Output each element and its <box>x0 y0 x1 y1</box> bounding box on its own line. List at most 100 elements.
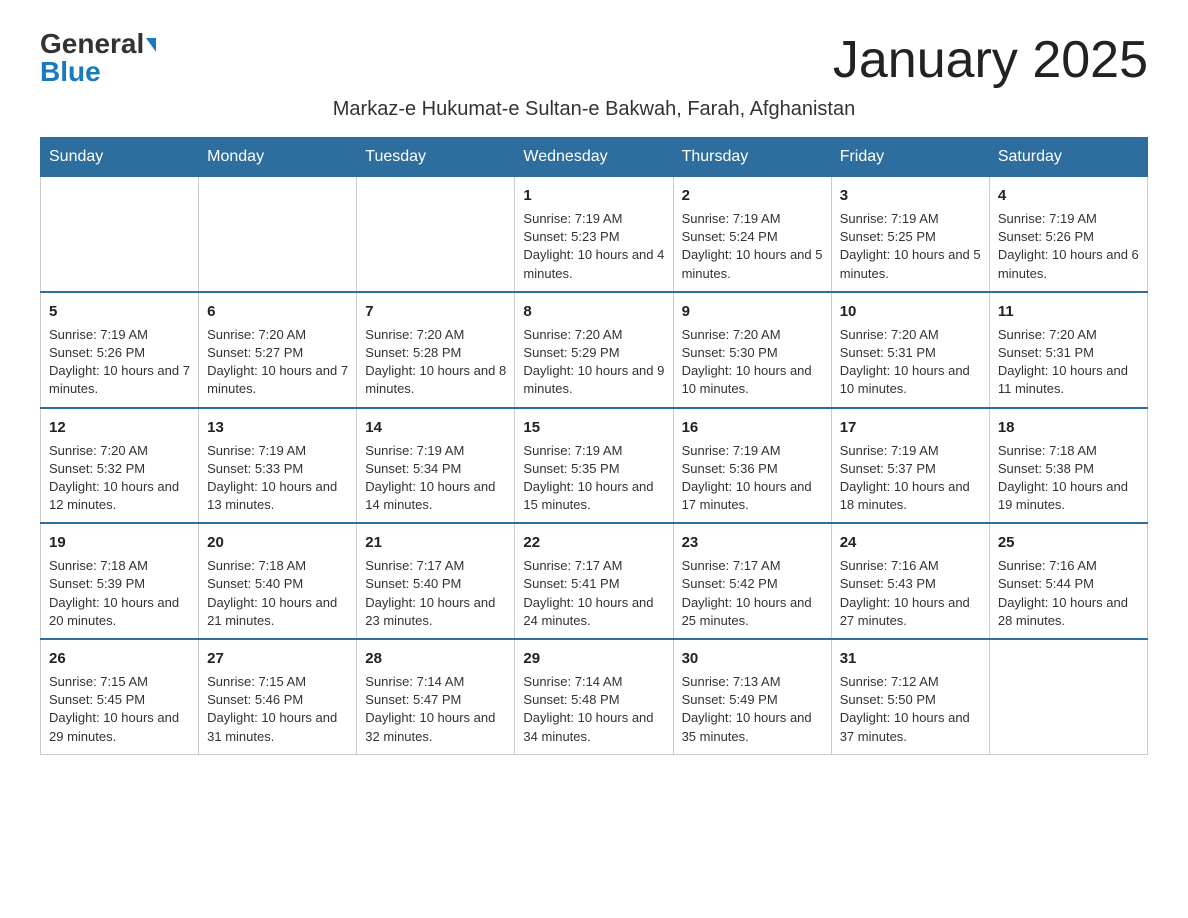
calendar-day-cell: 4 Sunrise: 7:19 AMSunset: 5:26 PMDaylight… <box>989 177 1147 292</box>
day-number: 31 <box>840 648 981 669</box>
day-info: Sunrise: 7:17 AMSunset: 5:41 PMDaylight:… <box>523 557 664 630</box>
day-info: Sunrise: 7:19 AMSunset: 5:33 PMDaylight:… <box>207 442 348 515</box>
day-number: 13 <box>207 417 348 438</box>
day-number: 24 <box>840 532 981 553</box>
day-number: 19 <box>49 532 190 553</box>
location-subtitle: Markaz-e Hukumat-e Sultan-e Bakwah, Fara… <box>40 98 1148 121</box>
day-info: Sunrise: 7:20 AMSunset: 5:31 PMDaylight:… <box>998 326 1139 399</box>
day-number: 8 <box>523 301 664 322</box>
day-number: 12 <box>49 417 190 438</box>
day-number: 4 <box>998 185 1139 206</box>
calendar-day-cell: 21Sunrise: 7:17 AMSunset: 5:40 PMDayligh… <box>357 523 515 639</box>
calendar-header-cell: Wednesday <box>515 138 673 177</box>
calendar-day-cell: 26Sunrise: 7:15 AMSunset: 5:45 PMDayligh… <box>41 639 199 754</box>
day-info: Sunrise: 7:19 AMSunset: 5:25 PMDaylight:… <box>840 210 981 283</box>
day-info: Sunrise: 7:18 AMSunset: 5:38 PMDaylight:… <box>998 442 1139 515</box>
calendar-day-cell: 31 Sunrise: 7:12 AMSunset: 5:50 PMDayligh… <box>831 639 989 754</box>
day-number: 25 <box>998 532 1139 553</box>
day-number: 6 <box>207 301 348 322</box>
day-info: Sunrise: 7:17 AMSunset: 5:40 PMDaylight:… <box>365 557 506 630</box>
calendar-day-cell: 30 Sunrise: 7:13 AMSunset: 5:49 PMDayligh… <box>673 639 831 754</box>
day-number: 16 <box>682 417 823 438</box>
day-info: Sunrise: 7:19 AMSunset: 5:23 PMDaylight:… <box>523 210 664 283</box>
day-info: Sunrise: 7:12 AMSunset: 5:50 PMDaylight:… <box>840 673 981 746</box>
calendar-day-cell: 1 Sunrise: 7:19 AMSunset: 5:23 PMDaylight… <box>515 177 673 292</box>
calendar-header-cell: Saturday <box>989 138 1147 177</box>
calendar-day-cell: 2Sunrise: 7:19 AMSunset: 5:24 PMDaylight… <box>673 177 831 292</box>
calendar-day-cell <box>989 639 1147 754</box>
calendar-day-cell <box>41 177 199 292</box>
day-info: Sunrise: 7:20 AMSunset: 5:31 PMDaylight:… <box>840 326 981 399</box>
calendar-day-cell: 18 Sunrise: 7:18 AMSunset: 5:38 PMDayligh… <box>989 408 1147 524</box>
calendar-day-cell: 11 Sunrise: 7:20 AMSunset: 5:31 PMDayligh… <box>989 292 1147 408</box>
day-info: Sunrise: 7:13 AMSunset: 5:49 PMDaylight:… <box>682 673 823 746</box>
calendar-day-cell: 14 Sunrise: 7:19 AMSunset: 5:34 PMDayligh… <box>357 408 515 524</box>
logo-general-text: General <box>40 28 144 59</box>
day-info: Sunrise: 7:16 AMSunset: 5:43 PMDaylight:… <box>840 557 981 630</box>
day-info: Sunrise: 7:20 AMSunset: 5:28 PMDaylight:… <box>365 326 506 399</box>
day-number: 17 <box>840 417 981 438</box>
day-info: Sunrise: 7:19 AMSunset: 5:35 PMDaylight:… <box>523 442 664 515</box>
calendar-table: SundayMondayTuesdayWednesdayThursdayFrid… <box>40 137 1148 755</box>
calendar-day-cell: 22 Sunrise: 7:17 AMSunset: 5:41 PMDayligh… <box>515 523 673 639</box>
day-number: 11 <box>998 301 1139 322</box>
calendar-week-row: 1 Sunrise: 7:19 AMSunset: 5:23 PMDaylight… <box>41 177 1148 292</box>
day-number: 1 <box>523 185 664 206</box>
calendar-day-cell: 23Sunrise: 7:17 AMSunset: 5:42 PMDayligh… <box>673 523 831 639</box>
day-info: Sunrise: 7:14 AMSunset: 5:47 PMDaylight:… <box>365 673 506 746</box>
day-number: 14 <box>365 417 506 438</box>
day-info: Sunrise: 7:20 AMSunset: 5:29 PMDaylight:… <box>523 326 664 399</box>
calendar-day-cell: 20Sunrise: 7:18 AMSunset: 5:40 PMDayligh… <box>199 523 357 639</box>
calendar-header-cell: Thursday <box>673 138 831 177</box>
day-info: Sunrise: 7:14 AMSunset: 5:48 PMDaylight:… <box>523 673 664 746</box>
header: General Blue January 2025 <box>40 30 1148 90</box>
calendar-day-cell: 6 Sunrise: 7:20 AMSunset: 5:27 PMDaylight… <box>199 292 357 408</box>
calendar-header-row: SundayMondayTuesdayWednesdayThursdayFrid… <box>41 138 1148 177</box>
day-number: 22 <box>523 532 664 553</box>
day-number: 29 <box>523 648 664 669</box>
calendar-week-row: 19 Sunrise: 7:18 AMSunset: 5:39 PMDayligh… <box>41 523 1148 639</box>
calendar-day-cell: 24 Sunrise: 7:16 AMSunset: 5:43 PMDayligh… <box>831 523 989 639</box>
month-title: January 2025 <box>833 30 1148 90</box>
day-number: 26 <box>49 648 190 669</box>
day-number: 18 <box>998 417 1139 438</box>
day-number: 30 <box>682 648 823 669</box>
day-number: 5 <box>49 301 190 322</box>
day-info: Sunrise: 7:19 AMSunset: 5:26 PMDaylight:… <box>998 210 1139 283</box>
day-info: Sunrise: 7:19 AMSunset: 5:36 PMDaylight:… <box>682 442 823 515</box>
calendar-day-cell: 16 Sunrise: 7:19 AMSunset: 5:36 PMDayligh… <box>673 408 831 524</box>
calendar-day-cell: 17 Sunrise: 7:19 AMSunset: 5:37 PMDayligh… <box>831 408 989 524</box>
day-number: 27 <box>207 648 348 669</box>
day-info: Sunrise: 7:20 AMSunset: 5:32 PMDaylight:… <box>49 442 190 515</box>
calendar-day-cell: 12 Sunrise: 7:20 AMSunset: 5:32 PMDayligh… <box>41 408 199 524</box>
day-info: Sunrise: 7:19 AMSunset: 5:37 PMDaylight:… <box>840 442 981 515</box>
calendar-day-cell: 5Sunrise: 7:19 AMSunset: 5:26 PMDaylight… <box>41 292 199 408</box>
day-number: 28 <box>365 648 506 669</box>
day-number: 10 <box>840 301 981 322</box>
calendar-day-cell: 28 Sunrise: 7:14 AMSunset: 5:47 PMDayligh… <box>357 639 515 754</box>
calendar-day-cell: 25Sunrise: 7:16 AMSunset: 5:44 PMDayligh… <box>989 523 1147 639</box>
day-number: 9 <box>682 301 823 322</box>
day-number: 15 <box>523 417 664 438</box>
calendar-day-cell: 9Sunrise: 7:20 AMSunset: 5:30 PMDaylight… <box>673 292 831 408</box>
calendar-day-cell: 10 Sunrise: 7:20 AMSunset: 5:31 PMDayligh… <box>831 292 989 408</box>
calendar-day-cell: 15 Sunrise: 7:19 AMSunset: 5:35 PMDayligh… <box>515 408 673 524</box>
day-info: Sunrise: 7:19 AMSunset: 5:34 PMDaylight:… <box>365 442 506 515</box>
calendar-day-cell: 29 Sunrise: 7:14 AMSunset: 5:48 PMDayligh… <box>515 639 673 754</box>
day-info: Sunrise: 7:18 AMSunset: 5:40 PMDaylight:… <box>207 557 348 630</box>
calendar-day-cell: 7 Sunrise: 7:20 AMSunset: 5:28 PMDaylight… <box>357 292 515 408</box>
day-info: Sunrise: 7:20 AMSunset: 5:27 PMDaylight:… <box>207 326 348 399</box>
calendar-week-row: 12 Sunrise: 7:20 AMSunset: 5:32 PMDayligh… <box>41 408 1148 524</box>
logo-blue-text: Blue <box>40 56 101 87</box>
calendar-day-cell <box>357 177 515 292</box>
calendar-week-row: 26Sunrise: 7:15 AMSunset: 5:45 PMDayligh… <box>41 639 1148 754</box>
calendar-day-cell: 27Sunrise: 7:15 AMSunset: 5:46 PMDayligh… <box>199 639 357 754</box>
calendar-week-row: 5Sunrise: 7:19 AMSunset: 5:26 PMDaylight… <box>41 292 1148 408</box>
calendar-header-cell: Sunday <box>41 138 199 177</box>
calendar-header-cell: Tuesday <box>357 138 515 177</box>
day-number: 3 <box>840 185 981 206</box>
day-number: 7 <box>365 301 506 322</box>
day-info: Sunrise: 7:18 AMSunset: 5:39 PMDaylight:… <box>49 557 190 630</box>
day-info: Sunrise: 7:17 AMSunset: 5:42 PMDaylight:… <box>682 557 823 630</box>
logo: General Blue <box>40 30 156 86</box>
